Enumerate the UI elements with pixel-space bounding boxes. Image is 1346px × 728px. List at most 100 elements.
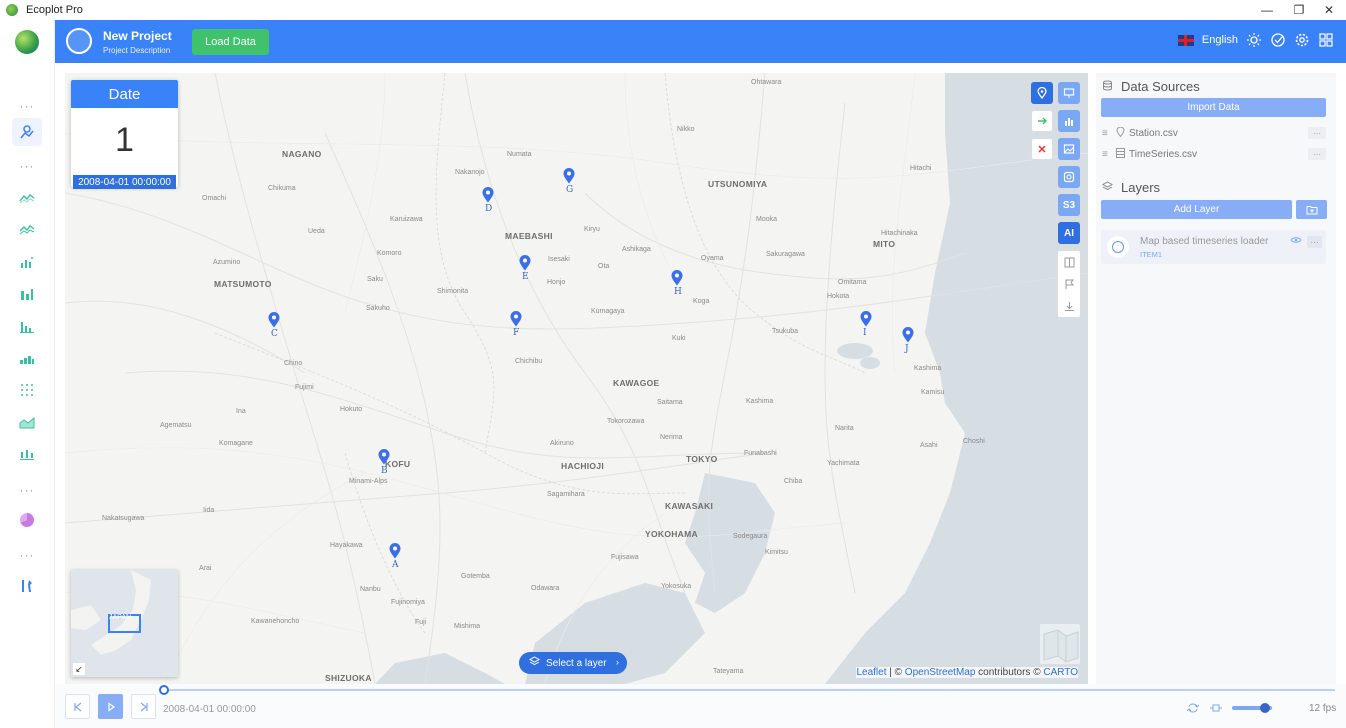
- station-marker-icon[interactable]: [902, 327, 914, 343]
- language-select[interactable]: English: [1202, 34, 1238, 46]
- collapse-minimap-icon[interactable]: ↙: [73, 663, 85, 675]
- timeline-bar: 2008-04-01 00:00:00 12 fps: [55, 684, 1346, 728]
- attribution-text: | ©: [886, 667, 905, 678]
- pie-chart-icon[interactable]: [12, 506, 42, 534]
- leaflet-link[interactable]: Leaflet: [856, 667, 886, 678]
- fit-width-icon[interactable]: [1210, 702, 1222, 717]
- restore-button[interactable]: ❐: [1282, 0, 1316, 20]
- place-label: Agematsu: [160, 422, 192, 429]
- more-dots-icon[interactable]: ···: [12, 152, 42, 180]
- bar-chart-icon[interactable]: [12, 280, 42, 308]
- settings-gear-icon[interactable]: [1294, 32, 1310, 48]
- uk-flag-icon[interactable]: [1177, 34, 1194, 46]
- basemap-switch-button[interactable]: [1039, 623, 1081, 665]
- more-options-icon[interactable]: ···: [1307, 236, 1322, 248]
- loop-icon[interactable]: [1186, 702, 1200, 717]
- close-red-icon[interactable]: [1031, 138, 1053, 160]
- area-chart-icon[interactable]: [12, 408, 42, 436]
- place-label: Shimonita: [437, 288, 469, 295]
- timeline-handle[interactable]: [159, 685, 169, 695]
- data-sources-title: Data Sources: [1121, 79, 1200, 94]
- select-layer-button[interactable]: Select a layer ›: [519, 652, 627, 674]
- scatter-bar-icon[interactable]: [12, 248, 42, 276]
- station-marker-label: I: [863, 328, 867, 338]
- marker-tool-button[interactable]: [1031, 82, 1053, 104]
- current-datetime: 2008-04-01 00:00:00: [163, 704, 256, 715]
- station-marker-icon[interactable]: [563, 168, 575, 184]
- drag-handle-icon[interactable]: ≡: [1102, 149, 1116, 160]
- place-label: Kiryu: [584, 226, 600, 233]
- speed-slider-handle[interactable]: [1260, 703, 1270, 713]
- station-marker-icon[interactable]: [389, 543, 401, 559]
- data-source-row[interactable]: ≡ Station.csv ···: [1102, 124, 1328, 142]
- step-forward-button[interactable]: [131, 694, 156, 719]
- map-station-icon[interactable]: [12, 118, 42, 146]
- more-dots-icon[interactable]: ···: [12, 476, 42, 504]
- close-button[interactable]: ✕: [1312, 0, 1346, 20]
- station-marker-icon[interactable]: [482, 187, 494, 203]
- place-label: MITO: [873, 239, 896, 249]
- play-button[interactable]: [98, 694, 123, 719]
- overview-minimap[interactable]: JAPAN ↙: [71, 570, 178, 677]
- station-marker-icon[interactable]: [860, 311, 872, 327]
- add-folder-button[interactable]: [1296, 200, 1327, 219]
- multi-line-chart-icon[interactable]: [12, 216, 42, 244]
- place-label: Nanbu: [360, 586, 381, 593]
- image-tool-button[interactable]: [1058, 138, 1080, 160]
- station-marker-icon[interactable]: [519, 255, 531, 271]
- station-marker-icon[interactable]: [378, 449, 390, 465]
- split-view-icon[interactable]: [1058, 251, 1080, 273]
- layer-radio-icon[interactable]: [1107, 236, 1129, 258]
- tools-icon[interactable]: [12, 572, 42, 600]
- import-data-button[interactable]: Import Data: [1101, 98, 1326, 117]
- histogram-icon[interactable]: [12, 344, 42, 372]
- station-marker-icon[interactable]: [268, 312, 280, 328]
- drag-handle-icon[interactable]: ≡: [1102, 128, 1116, 139]
- step-back-button[interactable]: [65, 694, 90, 719]
- check-circle-icon[interactable]: [1270, 32, 1286, 48]
- data-source-row[interactable]: ≡ TimeSeries.csv ···: [1102, 145, 1328, 163]
- camera-tool-button[interactable]: [1058, 166, 1080, 188]
- place-label: Minami-Alps: [349, 478, 388, 485]
- dot-grid-icon[interactable]: [12, 376, 42, 404]
- sun-icon[interactable]: [1246, 32, 1262, 48]
- layers-title: Layers: [1121, 180, 1161, 195]
- basemap-canvas: [65, 73, 1088, 684]
- project-title[interactable]: New Project: [103, 29, 172, 43]
- osm-link[interactable]: OpenStreetMap: [905, 667, 976, 678]
- ai-tool-button[interactable]: AI: [1058, 222, 1080, 244]
- s3-tool-button[interactable]: S3: [1058, 194, 1080, 216]
- eye-visibility-icon[interactable]: [1290, 236, 1304, 248]
- project-description[interactable]: Project Description: [103, 46, 170, 55]
- more-dots-icon[interactable]: ···: [12, 92, 42, 120]
- grid-apps-icon[interactable]: [1318, 32, 1334, 48]
- minimize-button[interactable]: —: [1250, 0, 1284, 20]
- station-marker-icon[interactable]: [671, 270, 683, 286]
- place-label: Hitachi: [910, 165, 932, 172]
- map-view[interactable]: Ohtawara Nikko NAGANO Numata Nakanojo UT…: [65, 73, 1088, 684]
- line-chart-icon[interactable]: [12, 184, 42, 212]
- station-marker-icon[interactable]: [510, 311, 522, 327]
- download-icon[interactable]: [1058, 295, 1080, 317]
- place-label: Kimitsu: [765, 549, 788, 556]
- carto-link[interactable]: CARTO: [1043, 667, 1078, 678]
- station-marker-label: B: [381, 466, 388, 476]
- presentation-tool-button[interactable]: [1058, 82, 1080, 104]
- place-label: Asahi: [920, 442, 938, 449]
- add-layer-button[interactable]: Add Layer: [1101, 200, 1292, 219]
- more-options-icon[interactable]: ···: [1308, 127, 1326, 139]
- place-label: Nikko: [677, 126, 695, 133]
- load-data-button[interactable]: Load Data: [192, 29, 269, 55]
- layer-item[interactable]: Map based timeseries loader ITEM1 ···: [1101, 230, 1326, 264]
- box-plot-icon[interactable]: [12, 440, 42, 468]
- place-label: Kumagaya: [591, 308, 625, 315]
- arrow-right-icon[interactable]: [1031, 110, 1053, 132]
- flag-icon[interactable]: [1058, 273, 1080, 295]
- column-chart-icon[interactable]: [12, 312, 42, 340]
- bar-chart-tool-button[interactable]: [1058, 110, 1080, 132]
- more-options-icon[interactable]: ···: [1308, 148, 1326, 160]
- layer-name: Map based timeseries loader: [1140, 236, 1269, 247]
- timeline-track[interactable]: [163, 689, 1335, 691]
- place-label: Komoro: [377, 250, 402, 257]
- more-dots-icon[interactable]: ···: [12, 541, 42, 569]
